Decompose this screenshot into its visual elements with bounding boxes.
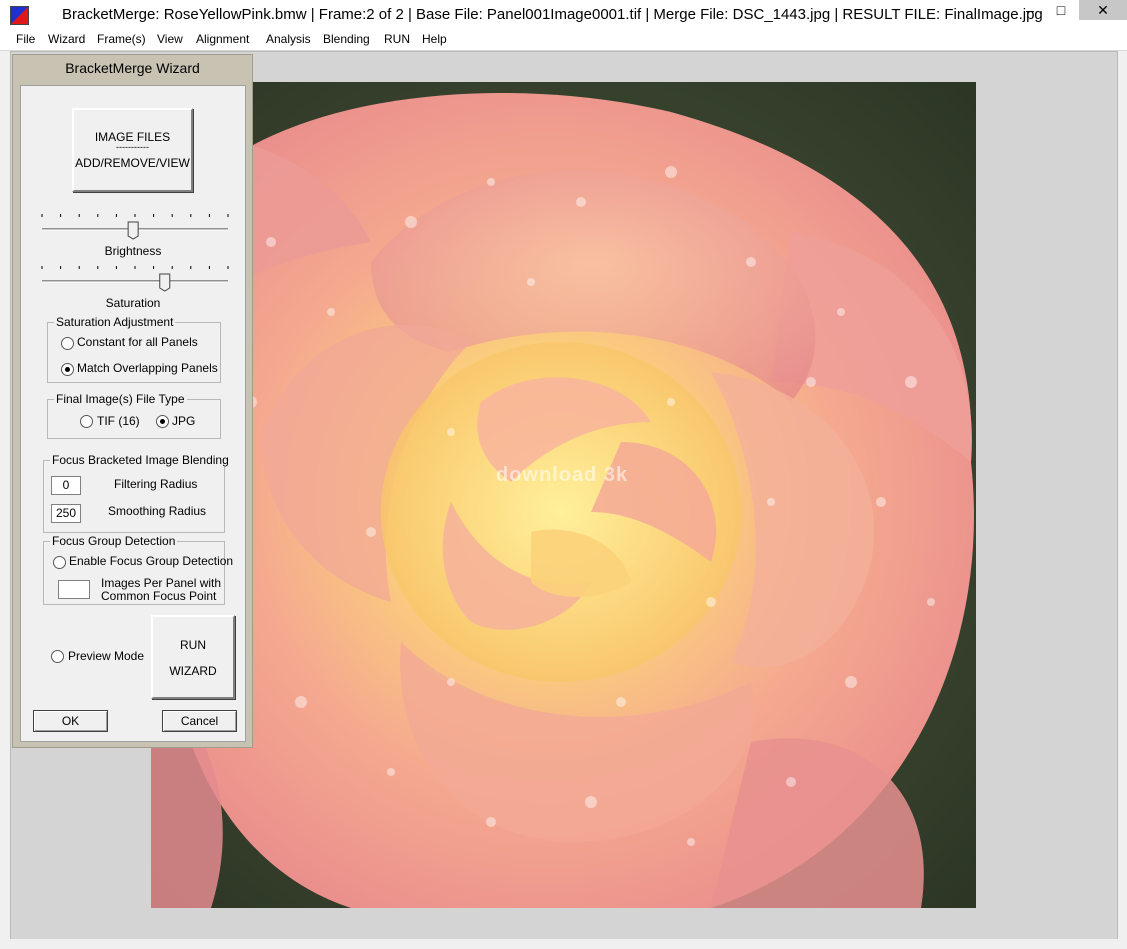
run-wizard-label-line2: WIZARD xyxy=(169,664,217,678)
minimize-button[interactable]: – xyxy=(1013,0,1047,20)
brightness-slider-thumb xyxy=(127,221,139,240)
focus-blending-group: Focus Bracketed Image Blending 0 Filteri… xyxy=(43,453,231,533)
enable-focus-group-radio[interactable] xyxy=(53,556,66,569)
image-files-button[interactable]: IMAGE FILES ----------- ADD/REMOVE/VIEW xyxy=(72,108,193,192)
menu-file[interactable]: File xyxy=(16,32,35,46)
enable-focus-group-label[interactable]: Enable Focus Group Detection xyxy=(69,554,233,568)
ok-button-label: OK xyxy=(61,714,80,728)
image-files-label-line2: ADD/REMOVE/VIEW xyxy=(75,156,190,170)
ok-button[interactable]: OK xyxy=(33,710,108,732)
focus-group-detection-title: Focus Group Detection xyxy=(50,534,178,548)
bracketmerge-wizard-panel: BracketMerge Wizard IMAGE FILES --------… xyxy=(12,54,253,748)
file-type-title: Final Image(s) File Type xyxy=(54,392,187,406)
match-panels-label[interactable]: Match Overlapping Panels xyxy=(77,361,218,375)
saturation-label: Saturation xyxy=(105,296,161,310)
wizard-title: BracketMerge Wizard xyxy=(65,60,200,76)
cancel-button[interactable]: Cancel xyxy=(162,710,237,732)
title-bar: BracketMerge: RoseYellowPink.bmw | Frame… xyxy=(0,0,1127,30)
images-per-panel-input[interactable] xyxy=(58,580,90,599)
menu-alignment[interactable]: Alignment xyxy=(196,32,249,46)
menu-frames[interactable]: Frame(s) xyxy=(97,32,146,46)
menu-view[interactable]: View xyxy=(157,32,183,46)
tif-label[interactable]: TIF (16) xyxy=(97,414,140,428)
jpg-label[interactable]: JPG xyxy=(172,414,195,428)
focus-group-detection-group: Focus Group Detection Enable Focus Group… xyxy=(43,534,233,605)
images-per-panel-label-line1: Images Per Panel with xyxy=(101,576,222,590)
filtering-radius-input[interactable]: 0 xyxy=(51,476,81,495)
menu-blending[interactable]: Blending xyxy=(323,32,370,46)
watermark-text: download 3k xyxy=(496,464,629,486)
saturation-adjustment-group: Saturation Adjustment Constant for all P… xyxy=(47,315,221,383)
match-panels-radio[interactable] xyxy=(61,363,74,376)
focus-blending-title: Focus Bracketed Image Blending xyxy=(50,453,231,467)
menu-help[interactable]: Help xyxy=(422,32,447,46)
close-button[interactable]: ✕ xyxy=(1079,0,1127,20)
filtering-radius-label: Filtering Radius xyxy=(114,477,198,491)
saturation-slider-thumb xyxy=(159,273,171,292)
brightness-label: Brightness xyxy=(104,244,162,258)
app-icon xyxy=(10,6,29,25)
window-title: BracketMerge: RoseYellowPink.bmw | Frame… xyxy=(62,6,1043,23)
rose-image xyxy=(151,82,976,908)
constant-panels-label[interactable]: Constant for all Panels xyxy=(77,335,198,349)
images-per-panel-label-line2: Common Focus Point xyxy=(101,589,217,603)
run-wizard-label-line1: RUN xyxy=(180,638,206,652)
saturation-adjustment-title: Saturation Adjustment xyxy=(54,315,176,329)
menu-bar: File Wizard Frame(s) View Alignment Anal… xyxy=(0,30,1127,51)
smoothing-radius-label: Smoothing Radius xyxy=(108,504,207,518)
status-bar xyxy=(0,939,1127,949)
preview-mode-radio[interactable] xyxy=(51,650,64,663)
images-per-panel-label: Images Per Panel with Common Focus Point xyxy=(101,577,221,603)
image-files-dots: ----------- xyxy=(116,142,149,152)
tif-radio[interactable] xyxy=(80,415,93,428)
saturation-slider[interactable] xyxy=(41,262,229,292)
run-wizard-button[interactable]: RUN WIZARD xyxy=(151,615,235,699)
menu-analysis[interactable]: Analysis xyxy=(266,32,311,46)
smoothing-radius-input[interactable]: 250 xyxy=(51,504,81,523)
cancel-button-label: Cancel xyxy=(180,714,219,728)
menu-run[interactable]: RUN xyxy=(384,32,410,46)
file-type-group: Final Image(s) File Type TIF (16) JPG xyxy=(47,392,221,439)
maximize-button[interactable]: □ xyxy=(1044,0,1078,20)
menu-wizard[interactable]: Wizard xyxy=(48,32,85,46)
wizard-body: IMAGE FILES ----------- ADD/REMOVE/VIEW … xyxy=(20,85,246,742)
brightness-slider[interactable] xyxy=(41,210,229,240)
preview-mode-label[interactable]: Preview Mode xyxy=(68,649,144,663)
jpg-radio[interactable] xyxy=(156,415,169,428)
constant-panels-radio[interactable] xyxy=(61,337,74,350)
